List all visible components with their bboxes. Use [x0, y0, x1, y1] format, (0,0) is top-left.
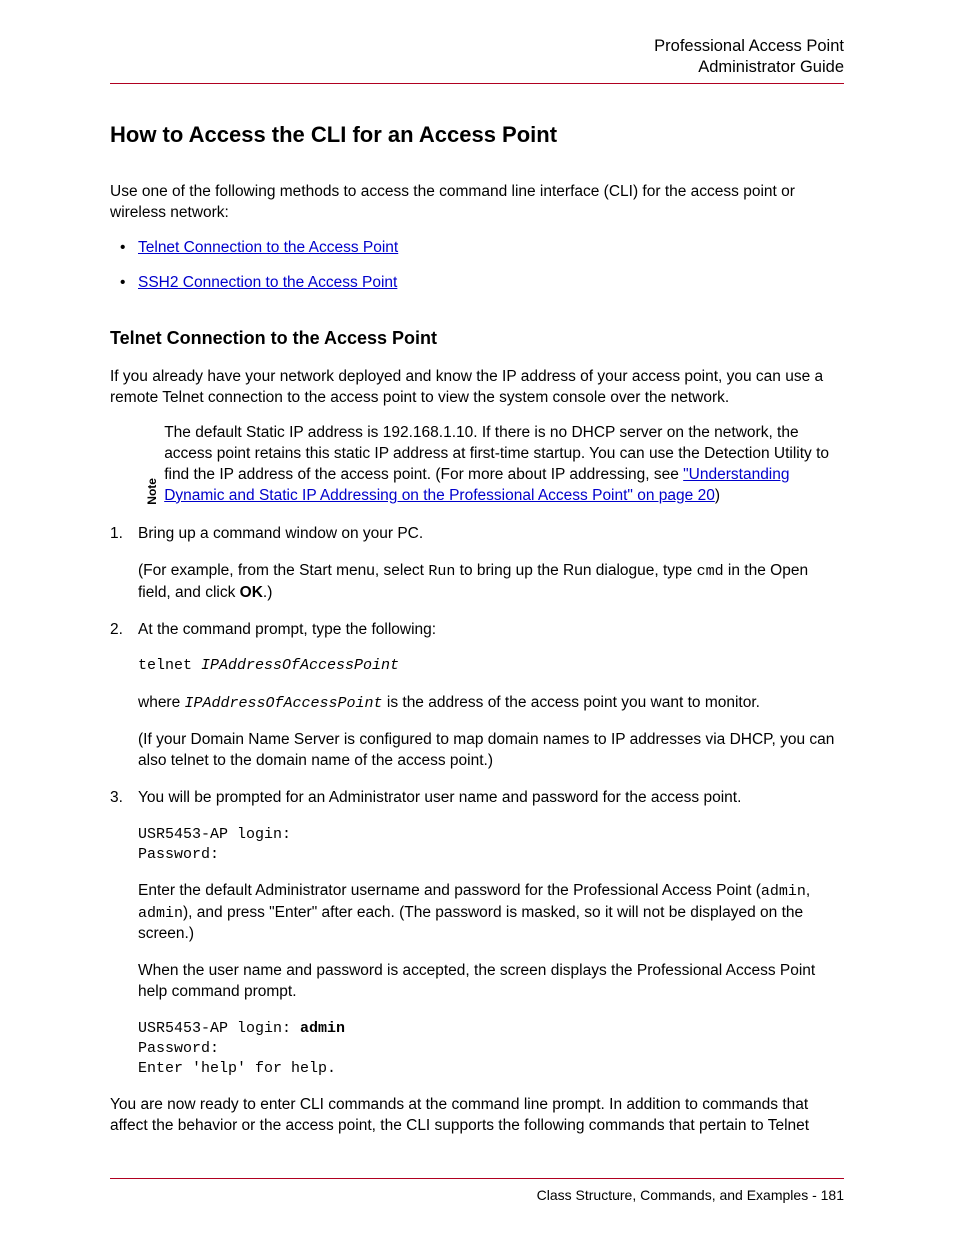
ok-bold: OK — [240, 584, 263, 601]
header-line-2: Administrator Guide — [110, 57, 844, 78]
method-link-list: Telnet Connection to the Access Point SS… — [110, 238, 844, 294]
page-footer: Class Structure, Commands, and Examples … — [110, 1178, 844, 1203]
text: is the address of the access point you w… — [383, 694, 760, 711]
note-label: Note — [144, 423, 160, 507]
text: , — [806, 882, 810, 899]
step-2: At the command prompt, type the followin… — [110, 620, 844, 772]
list-item: SSH2 Connection to the Access Point — [110, 273, 844, 294]
document-page: Professional Access Point Administrator … — [0, 0, 954, 1235]
footer-text: Class Structure, Commands, and Examples … — [537, 1187, 844, 1203]
admin-bold: admin — [300, 1020, 345, 1037]
code-text: telnet — [138, 657, 201, 674]
note-text-2: ) — [715, 487, 720, 504]
text: .) — [263, 584, 272, 601]
code-var: IPAddressOfAccessPoint — [201, 657, 399, 674]
ssh2-connection-link[interactable]: SSH2 Connection to the Access Point — [138, 274, 397, 291]
text: where — [138, 694, 185, 711]
text: to bring up the Run dialogue, type — [455, 562, 696, 579]
admin-user: admin — [761, 883, 806, 900]
text: ), and press "Enter" after each. (The pa… — [138, 904, 803, 942]
header-line-1: Professional Access Point — [110, 36, 844, 57]
login-success-code: USR5453-AP login: admin Password: Enter … — [138, 1019, 844, 1080]
step-3-main: You will be prompted for an Administrato… — [138, 789, 741, 806]
step-2-main: At the command prompt, type the followin… — [138, 621, 436, 638]
list-item: Telnet Connection to the Access Point — [110, 238, 844, 259]
note-body: The default Static IP address is 192.168… — [164, 423, 844, 507]
where-var: IPAddressOfAccessPoint — [185, 695, 383, 712]
running-header: Professional Access Point Administrator … — [110, 36, 844, 84]
steps-list: Bring up a command window on your PC. (F… — [110, 524, 844, 1079]
step-2-dns: (If your Domain Name Server is configure… — [138, 730, 844, 772]
step-3: You will be prompted for an Administrato… — [110, 788, 844, 1079]
step-1-sub: (For example, from the Start menu, selec… — [138, 561, 844, 603]
page-title: How to Access the CLI for an Access Poin… — [110, 122, 844, 148]
admin-pass: admin — [138, 905, 183, 922]
intro-paragraph: Use one of the following methods to acce… — [110, 182, 844, 224]
step-1: Bring up a command window on your PC. (F… — [110, 524, 844, 603]
step-1-main: Bring up a command window on your PC. — [138, 525, 423, 542]
cmd-keyword: cmd — [697, 563, 724, 580]
step-2-where: where IPAddressOfAccessPoint is the addr… — [138, 693, 844, 714]
run-keyword: Run — [428, 563, 455, 580]
step-3-accepted: When the user name and password is accep… — [138, 961, 844, 1003]
text: Enter the default Administrator username… — [138, 882, 761, 899]
step-3-enter: Enter the default Administrator username… — [138, 881, 844, 944]
telnet-command: telnet IPAddressOfAccessPoint — [138, 656, 844, 676]
login-prompt-code: USR5453-AP login: Password: — [138, 825, 844, 866]
note-block: Note The default Static IP address is 19… — [144, 423, 844, 507]
section-paragraph: If you already have your network deploye… — [110, 367, 844, 409]
closing-paragraph: You are now ready to enter CLI commands … — [110, 1095, 844, 1137]
code-text: Password: Enter 'help' for help. — [138, 1040, 336, 1077]
telnet-connection-link[interactable]: Telnet Connection to the Access Point — [138, 239, 398, 256]
code-text: USR5453-AP login: — [138, 1020, 300, 1037]
section-heading-telnet: Telnet Connection to the Access Point — [110, 328, 844, 349]
text: (For example, from the Start menu, selec… — [138, 562, 428, 579]
